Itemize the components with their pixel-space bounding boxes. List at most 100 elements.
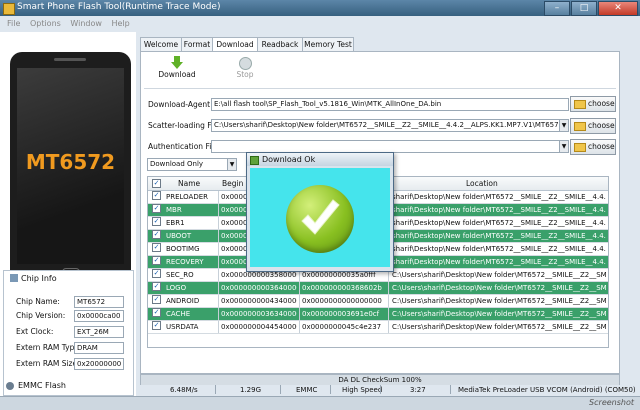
row-checkbox[interactable]: ✓ [152, 282, 161, 291]
chip-info-value: MT6572 [74, 296, 124, 308]
close-button[interactable]: ✕ [598, 1, 638, 16]
stop-icon [238, 57, 252, 70]
partition-end: 0x000000003691e0cf [302, 310, 380, 318]
chip-info-label: Chip Name: [16, 297, 60, 306]
download-agent-label: Download-Agent [148, 100, 211, 109]
status-port: MediaTek PreLoader USB VCOM (Android) (C… [458, 386, 636, 394]
row-checkbox[interactable]: ✓ [152, 204, 161, 213]
row-checkbox[interactable]: ✓ [152, 243, 161, 252]
phone-speaker [54, 58, 86, 61]
status-size: 1.29G [240, 386, 262, 394]
chip-info-header: Chip Info [10, 274, 57, 283]
tab-download[interactable]: Download [212, 37, 258, 52]
partition-location: sharif\Desktop\New folder\MT6572__SMILE_… [392, 206, 606, 214]
partition-name: BOOTIMG [166, 245, 200, 253]
download-button-label: Download [158, 70, 196, 79]
table-row[interactable]: ✓ ANDROID 0x0000000004340000 0x000000000000… [148, 295, 608, 308]
column-header-begin: Begin [222, 179, 244, 188]
stop-button-label: Stop [236, 70, 254, 79]
partition-name: LOGO [166, 284, 187, 292]
storage-indicator: EMMC Flash [0, 380, 136, 394]
tab-welcome[interactable]: Welcome [140, 37, 182, 51]
partition-name: ANDROID [166, 297, 200, 305]
column-header-name: Name [178, 179, 201, 188]
status-separator [215, 385, 216, 394]
chip-info-value: 0x0000ca00 [74, 310, 124, 322]
partition-location: C:\Users\sharif\Desktop\New folder\MT657… [392, 310, 606, 318]
partition-location: C:\Users\sharif\Desktop\New folder\MT657… [392, 323, 606, 331]
row-checkbox[interactable]: ✓ [152, 191, 161, 200]
status-storage: EMMC [296, 386, 318, 394]
phone-screen: MT6572 [17, 68, 124, 264]
dialog-title: Download Ok [262, 155, 316, 164]
chip-info-value: EXT_26M [74, 326, 124, 338]
row-checkbox[interactable]: ✓ [152, 217, 161, 226]
download-agent-field[interactable]: E:\all flash tool\SP_Flash_Tool_v5.1816_… [211, 98, 569, 111]
partition-begin: 0x0000000044540000 [221, 323, 297, 331]
row-checkbox[interactable]: ✓ [152, 308, 161, 317]
chip-info-value: DRAM [74, 342, 124, 354]
row-checkbox[interactable]: ✓ [152, 295, 161, 304]
tab-readback[interactable]: Readback [257, 37, 303, 51]
table-row[interactable]: ✓ USRDATA 0x0000000044540000 0x0000000045c4… [148, 321, 608, 334]
status-bar: 6.48M/s 1.29G EMMC High Speed 3:27 Media… [140, 385, 640, 396]
row-checkbox[interactable]: ✓ [152, 321, 161, 330]
minimize-button[interactable]: – [544, 1, 570, 16]
row-checkbox[interactable]: ✓ [152, 230, 161, 239]
partition-name: CACHE [166, 310, 191, 318]
partition-location: sharif\Desktop\New folder\MT6572__SMILE_… [392, 258, 606, 266]
chip-info-label: Ext Clock: [16, 327, 54, 336]
select-all-checkbox[interactable]: ✓ [152, 179, 161, 188]
status-separator [280, 385, 281, 394]
partition-location: sharif\Desktop\New folder\MT6572__SMILE_… [392, 232, 606, 240]
dialog-body [250, 168, 390, 267]
divider [144, 88, 616, 89]
title-bar: Smart Phone Flash Tool(Runtime Trace Mod… [0, 0, 640, 16]
partition-name: UBOOT [166, 232, 192, 240]
table-row[interactable]: ✓ CACHE 0x0000000036340000 0x000000003691e0… [148, 308, 608, 321]
partition-location: C:\Users\sharif\Desktop\New folder\MT657… [392, 271, 606, 279]
partition-location: sharif\Desktop\New folder\MT6572__SMILE_… [392, 193, 606, 201]
menu-window[interactable]: Window [70, 19, 102, 28]
menu-help[interactable]: Help [111, 19, 129, 28]
partition-location: sharif\Desktop\New folder\MT6572__SMILE_… [392, 219, 606, 227]
progress-text: DA DL CheckSum 100% [338, 376, 422, 384]
choose-download-agent-button[interactable]: choose [570, 96, 616, 112]
checkmark-icon [301, 199, 340, 235]
tab-format[interactable]: Format [181, 37, 213, 51]
partition-name: MBR [166, 206, 182, 214]
partition-location: sharif\Desktop\New folder\MT6572__SMILE_… [392, 245, 606, 253]
tab-memory-test[interactable]: Memory Test [302, 37, 354, 51]
chevron-down-icon: ▼ [559, 120, 568, 131]
status-separator [450, 385, 451, 394]
storage-label: EMMC Flash [18, 381, 66, 390]
menu-options[interactable]: Options [30, 19, 61, 28]
partition-location: C:\Users\sharif\Desktop\New folder\MT657… [392, 297, 606, 305]
choose-label: choose [588, 121, 615, 130]
chip-info-title: Chip Info [21, 274, 57, 283]
column-header-location: Location [466, 179, 498, 188]
dialog-icon [250, 156, 259, 165]
row-checkbox[interactable]: ✓ [152, 269, 161, 278]
scatter-file-label: Scatter-loading File [148, 121, 220, 130]
choose-auth-button[interactable]: choose [570, 139, 616, 155]
chip-info-label: Chip Version: [16, 311, 66, 320]
taskbar: Screenshot [0, 396, 640, 410]
partition-begin: 0x0000000036340000 [221, 310, 297, 318]
partition-name: PRELOADER [166, 193, 209, 201]
download-mode-select[interactable]: Download Only ▼ [147, 158, 237, 171]
choose-scatter-button[interactable]: choose [570, 118, 616, 134]
scatter-file-value: C:\Users\sharif\Desktop\New folder\MT657… [214, 121, 569, 129]
menu-file[interactable]: File [7, 19, 20, 28]
partition-end: 0x0000000045c4e237 [302, 323, 382, 331]
window-controls: – □ ✕ [543, 1, 638, 16]
row-checkbox[interactable]: ✓ [152, 256, 161, 265]
auth-file-label: Authentication File [148, 142, 218, 151]
maximize-button[interactable]: □ [571, 1, 597, 16]
download-ok-dialog: Download Ok [246, 152, 394, 272]
stop-button[interactable]: Stop [225, 56, 265, 84]
partition-name: USRDATA [166, 323, 199, 331]
download-button[interactable]: Download [157, 56, 197, 84]
scatter-file-select[interactable]: C:\Users\sharif\Desktop\New folder\MT657… [211, 119, 569, 132]
table-row[interactable]: ✓ LOGO 0x0000000003640000 0x000000000368602… [148, 282, 608, 295]
